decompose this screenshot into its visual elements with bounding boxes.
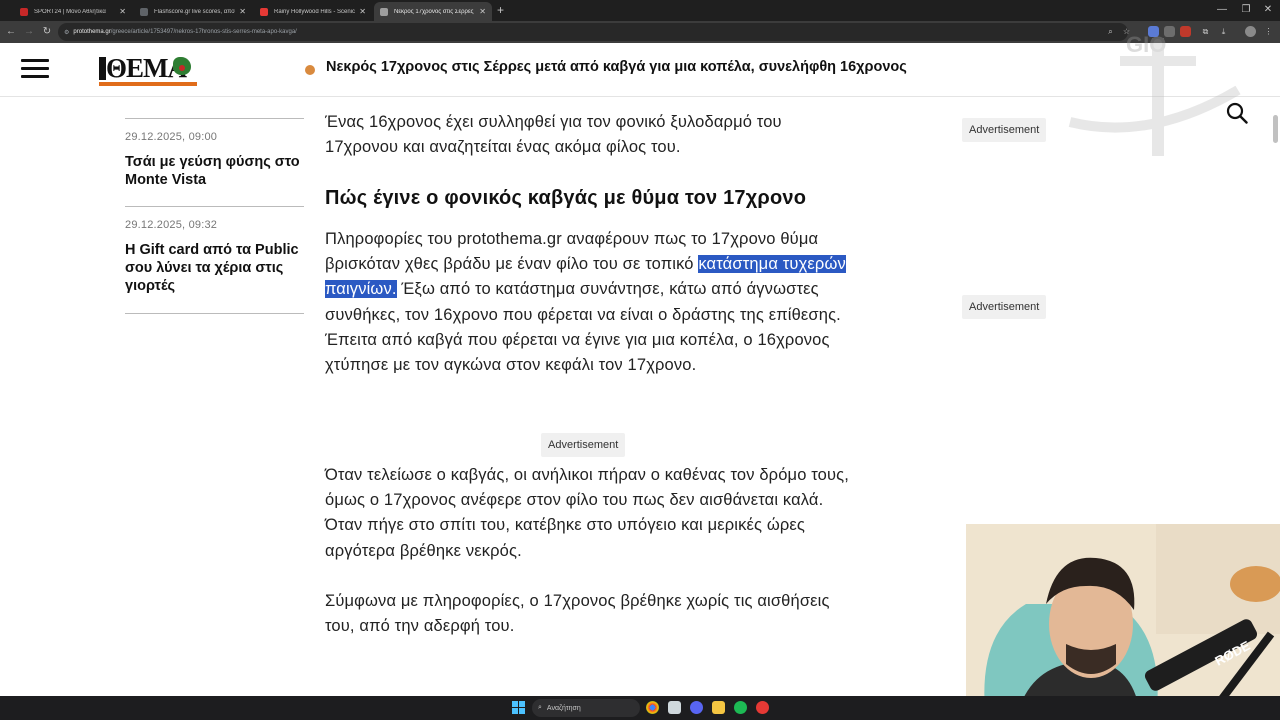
sidebar-item-title[interactable]: Η Gift card από τα Public σου λύνει τα χ… bbox=[125, 241, 305, 295]
browser-tab-bar: SPORT24 | Μόνο Αθλητικά ✕ Flashscore.gr … bbox=[0, 0, 1280, 21]
breaking-headline[interactable]: Νεκρός 17χρονος στις Σέρρες μετά από καβ… bbox=[326, 59, 907, 75]
url-path: /greece/article/1753497/nekros-17hronos-… bbox=[110, 29, 297, 35]
article-paragraph: Όταν τελείωσε ο καβγάς, οι ανήλικοι πήρα… bbox=[325, 466, 850, 560]
sidebar-item-date: 29.12.2025, 09:00 bbox=[125, 131, 218, 143]
file-explorer-icon[interactable] bbox=[668, 701, 681, 714]
sidebar-prev-title-fragment bbox=[125, 86, 215, 96]
tab-favicon-icon bbox=[380, 7, 388, 16]
sidebar-item-title[interactable]: Τσάι με γεύση φύσης στο Monte Vista bbox=[125, 153, 305, 189]
tab-favicon-icon bbox=[20, 7, 28, 16]
app-icon[interactable] bbox=[712, 701, 725, 714]
paragraph-text: Έξω από το κατάστημα συνάντησε, κάτω από… bbox=[325, 280, 841, 375]
tab-favicon-icon bbox=[140, 7, 148, 16]
browser-tab[interactable]: SPORT24 | Μόνο Αθλητικά ✕ bbox=[14, 2, 132, 21]
site-logo[interactable]: ΘΕΜΑ bbox=[99, 53, 199, 87]
spotify-icon[interactable] bbox=[734, 701, 747, 714]
reload-icon[interactable]: ↻ bbox=[40, 24, 54, 40]
minimize-window-icon[interactable]: — bbox=[1210, 1, 1234, 19]
browser-tab[interactable]: Flashscore.gr live scores, αποτε ✕ bbox=[134, 2, 252, 21]
cat-icon bbox=[1230, 566, 1280, 602]
address-bar[interactable]: ⚙ protothema.gr/greece/article/1753497/n… bbox=[58, 23, 1128, 41]
article-paragraph: Σύμφωνα με πληροφορίες, ο 17χρονος βρέθη… bbox=[325, 592, 830, 636]
tab-close-icon[interactable]: ✕ bbox=[359, 7, 366, 16]
sidebar-divider bbox=[125, 118, 304, 119]
tab-favicon-icon bbox=[260, 7, 268, 16]
webcam-overlay: RØDE bbox=[966, 524, 1280, 720]
browser-tab-active[interactable]: Νεκρός 17χρονος στις Σέρρες ✕ bbox=[374, 2, 492, 21]
forward-icon[interactable]: → bbox=[22, 24, 36, 40]
browser-tab[interactable]: Rainy Hollywood Hills - Scenic ✕ bbox=[254, 2, 372, 21]
url-host: protothema.gr bbox=[73, 29, 111, 35]
tab-title: Rainy Hollywood Hills - Scenic bbox=[274, 8, 356, 15]
maximize-window-icon[interactable]: ❐ bbox=[1234, 1, 1258, 19]
browser-menu-icon[interactable]: ⋮ bbox=[1263, 26, 1274, 37]
sidebar-divider bbox=[125, 206, 304, 207]
article-paragraph: Ένας 16χρονος έχει συλληφθεί για τον φον… bbox=[325, 113, 782, 157]
back-icon[interactable]: ← bbox=[4, 24, 18, 40]
live-indicator-dot bbox=[305, 65, 315, 75]
tab-title: SPORT24 | Μόνο Αθλητικά bbox=[34, 8, 106, 15]
sidebar-divider bbox=[125, 313, 304, 314]
discord-icon[interactable] bbox=[690, 701, 703, 714]
advertisement-label: Advertisement bbox=[962, 295, 1047, 319]
tab-title: Flashscore.gr live scores, αποτε bbox=[154, 8, 236, 15]
sidebar-item-date: 29.12.2025, 09:32 bbox=[125, 219, 218, 231]
webcam-image: RØDE bbox=[966, 524, 1280, 720]
close-window-icon[interactable]: ✕ bbox=[1256, 1, 1280, 19]
windows-start-icon[interactable] bbox=[512, 701, 525, 714]
article-paragraph: Πληροφορίες του protothema.gr αναφέρουν … bbox=[325, 227, 847, 378]
tab-close-icon[interactable]: ✕ bbox=[479, 7, 486, 16]
article-subheading: Πώς έγινε ο φονικός καβγάς με θύμα τον 1… bbox=[325, 187, 807, 209]
tab-close-icon[interactable]: ✕ bbox=[239, 7, 246, 16]
watermark-text: GIO bbox=[1126, 32, 1166, 57]
advertisement-label: Advertisement bbox=[541, 433, 626, 457]
os-taskbar: ⌕ Αναζήτηση bbox=[0, 696, 1280, 720]
page-scrollbar-thumb[interactable] bbox=[1273, 115, 1278, 143]
app-icon[interactable] bbox=[756, 701, 769, 714]
new-tab-button[interactable]: + bbox=[497, 3, 504, 17]
advertisement-label: Advertisement bbox=[962, 118, 1047, 142]
tab-title: Νεκρός 17χρονος στις Σέρρες bbox=[394, 8, 474, 15]
stream-watermark: GIO bbox=[1068, 32, 1241, 156]
chrome-icon[interactable] bbox=[646, 701, 659, 714]
search-icon: ⌕ bbox=[538, 704, 542, 711]
site-info-icon[interactable]: ⚙ bbox=[64, 29, 69, 36]
taskbar-search-label: Αναζήτηση bbox=[546, 704, 581, 712]
hamburger-menu-icon[interactable] bbox=[21, 59, 49, 79]
tab-close-icon[interactable]: ✕ bbox=[119, 7, 126, 16]
taskbar-search[interactable]: ⌕ Αναζήτηση bbox=[532, 699, 640, 717]
